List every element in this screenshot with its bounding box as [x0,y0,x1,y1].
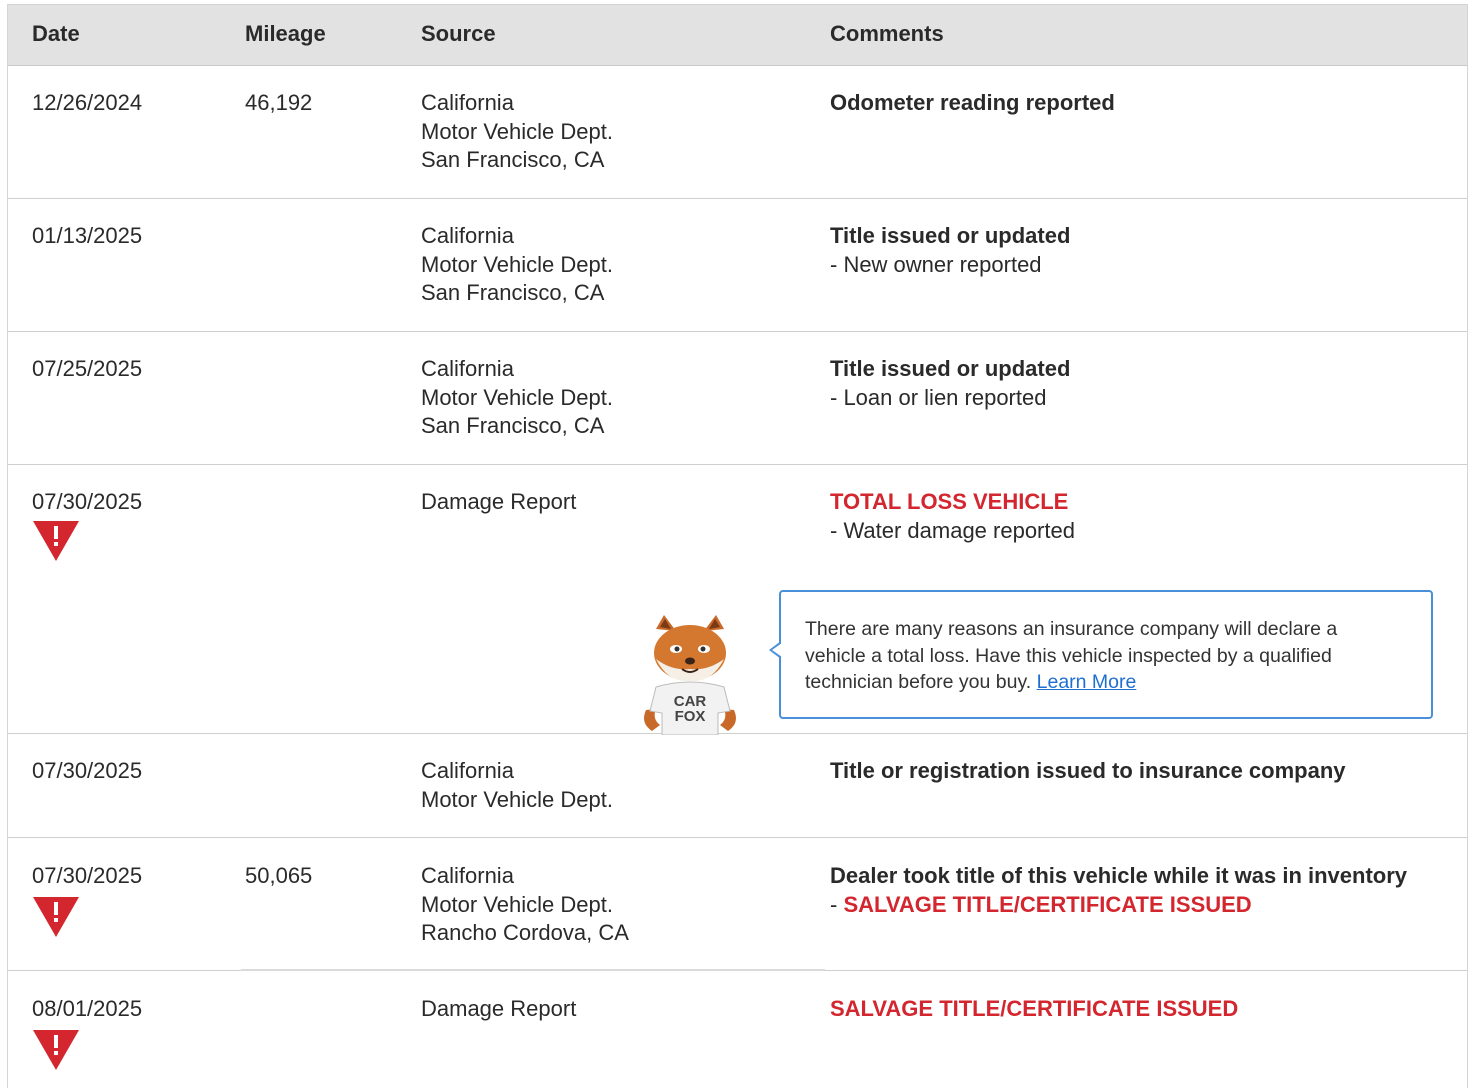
row-source: California Motor Vehicle Dept. San Francis… [421,223,613,305]
row-date: 07/30/2025 [32,863,143,888]
comment-detail: - SALVAGE TITLE/CERTIFICATE ISSUED [830,891,1252,917]
svg-text:FOX: FOX [675,708,706,725]
row-comment: Title issued or updated - Loan or lien r… [830,355,1070,412]
row-date: 12/26/2024 [32,90,143,115]
comment-title: Title or registration issued to insuranc… [830,758,1346,783]
carfox-mascot: CAR FOX [644,615,736,735]
table-row: 07/25/2025 California Motor Vehicle Dept.… [8,332,1467,465]
row-source: Damage Report [421,996,577,1021]
callout-tail [769,641,782,659]
comment-title: SALVAGE TITLE/CERTIFICATE ISSUED [830,996,1239,1021]
comment-title: Title issued or updated [830,223,1071,248]
warning-triangle-icon [33,1030,79,1070]
header-comments: Comments [830,21,944,46]
row-comment: SALVAGE TITLE/CERTIFICATE ISSUED [830,995,1238,1024]
table-row: 01/13/2025 California Motor Vehicle Dept.… [8,199,1467,332]
comment-detail: - New owner reported [830,251,1042,277]
row-source: California Motor Vehicle Dept. Rancho Cord… [421,863,629,945]
row-date: 07/25/2025 [32,356,143,381]
header-date: Date [32,21,80,46]
learn-more-link[interactable]: Learn More [1037,671,1137,693]
table-row: 07/30/2025 California Motor Vehicle Dept.… [8,734,1467,838]
row-date: 07/30/2025 [32,758,143,783]
row-mileage: 50,065 [245,863,313,888]
comment-title: Dealer took title of this vehicle while … [830,863,1408,888]
row-comment: TOTAL LOSS VEHICLE - Water damage report… [830,488,1075,545]
row-comment: Dealer took title of this vehicle while … [830,862,1407,919]
warning-triangle-icon [33,521,79,561]
table-row: 12/26/2024 46,192 California Motor Vehicl… [8,66,1467,199]
table-row: 08/01/2025 Damage Report SALVAGE TITLE/C… [8,971,1467,1088]
row-date: 08/01/2025 [32,996,143,1021]
comment-title: Title issued or updated [830,356,1071,381]
warning-triangle-icon [33,897,79,937]
row-mileage: 46,192 [245,90,313,115]
table-header: Date Mileage Source Comments [8,5,1467,66]
row-comment: Title or registration issued to insuranc… [830,757,1346,786]
comment-title: Odometer reading reported [830,90,1115,115]
header-mileage: Mileage [245,21,326,46]
row-source: California Motor Vehicle Dept. San Francis… [421,90,613,172]
total-loss-callout: There are many reasons an insurance comp… [769,590,1433,719]
row-source: California Motor Vehicle Dept. [421,758,613,812]
row-comment: Title issued or updated - New owner repo… [830,222,1070,279]
row-source: Damage Report [421,489,577,514]
row-date: 07/30/2025 [32,489,143,514]
comment-detail: - Water damage reported [830,517,1075,543]
vehicle-history-table: Date Mileage Source Comments 12/26/2024 … [7,4,1468,1088]
comment-title: TOTAL LOSS VEHICLE [830,489,1069,514]
comment-detail: - Loan or lien reported [830,384,1047,410]
table-row: 07/30/2025 50,065 California Motor Vehicl… [8,838,1467,971]
row-comment: Odometer reading reported [830,89,1115,118]
header-source: Source [421,21,496,46]
callout-text: There are many reasons an insurance comp… [805,618,1338,693]
row-source: California Motor Vehicle Dept. San Francis… [421,356,613,438]
row-date: 01/13/2025 [32,223,143,248]
